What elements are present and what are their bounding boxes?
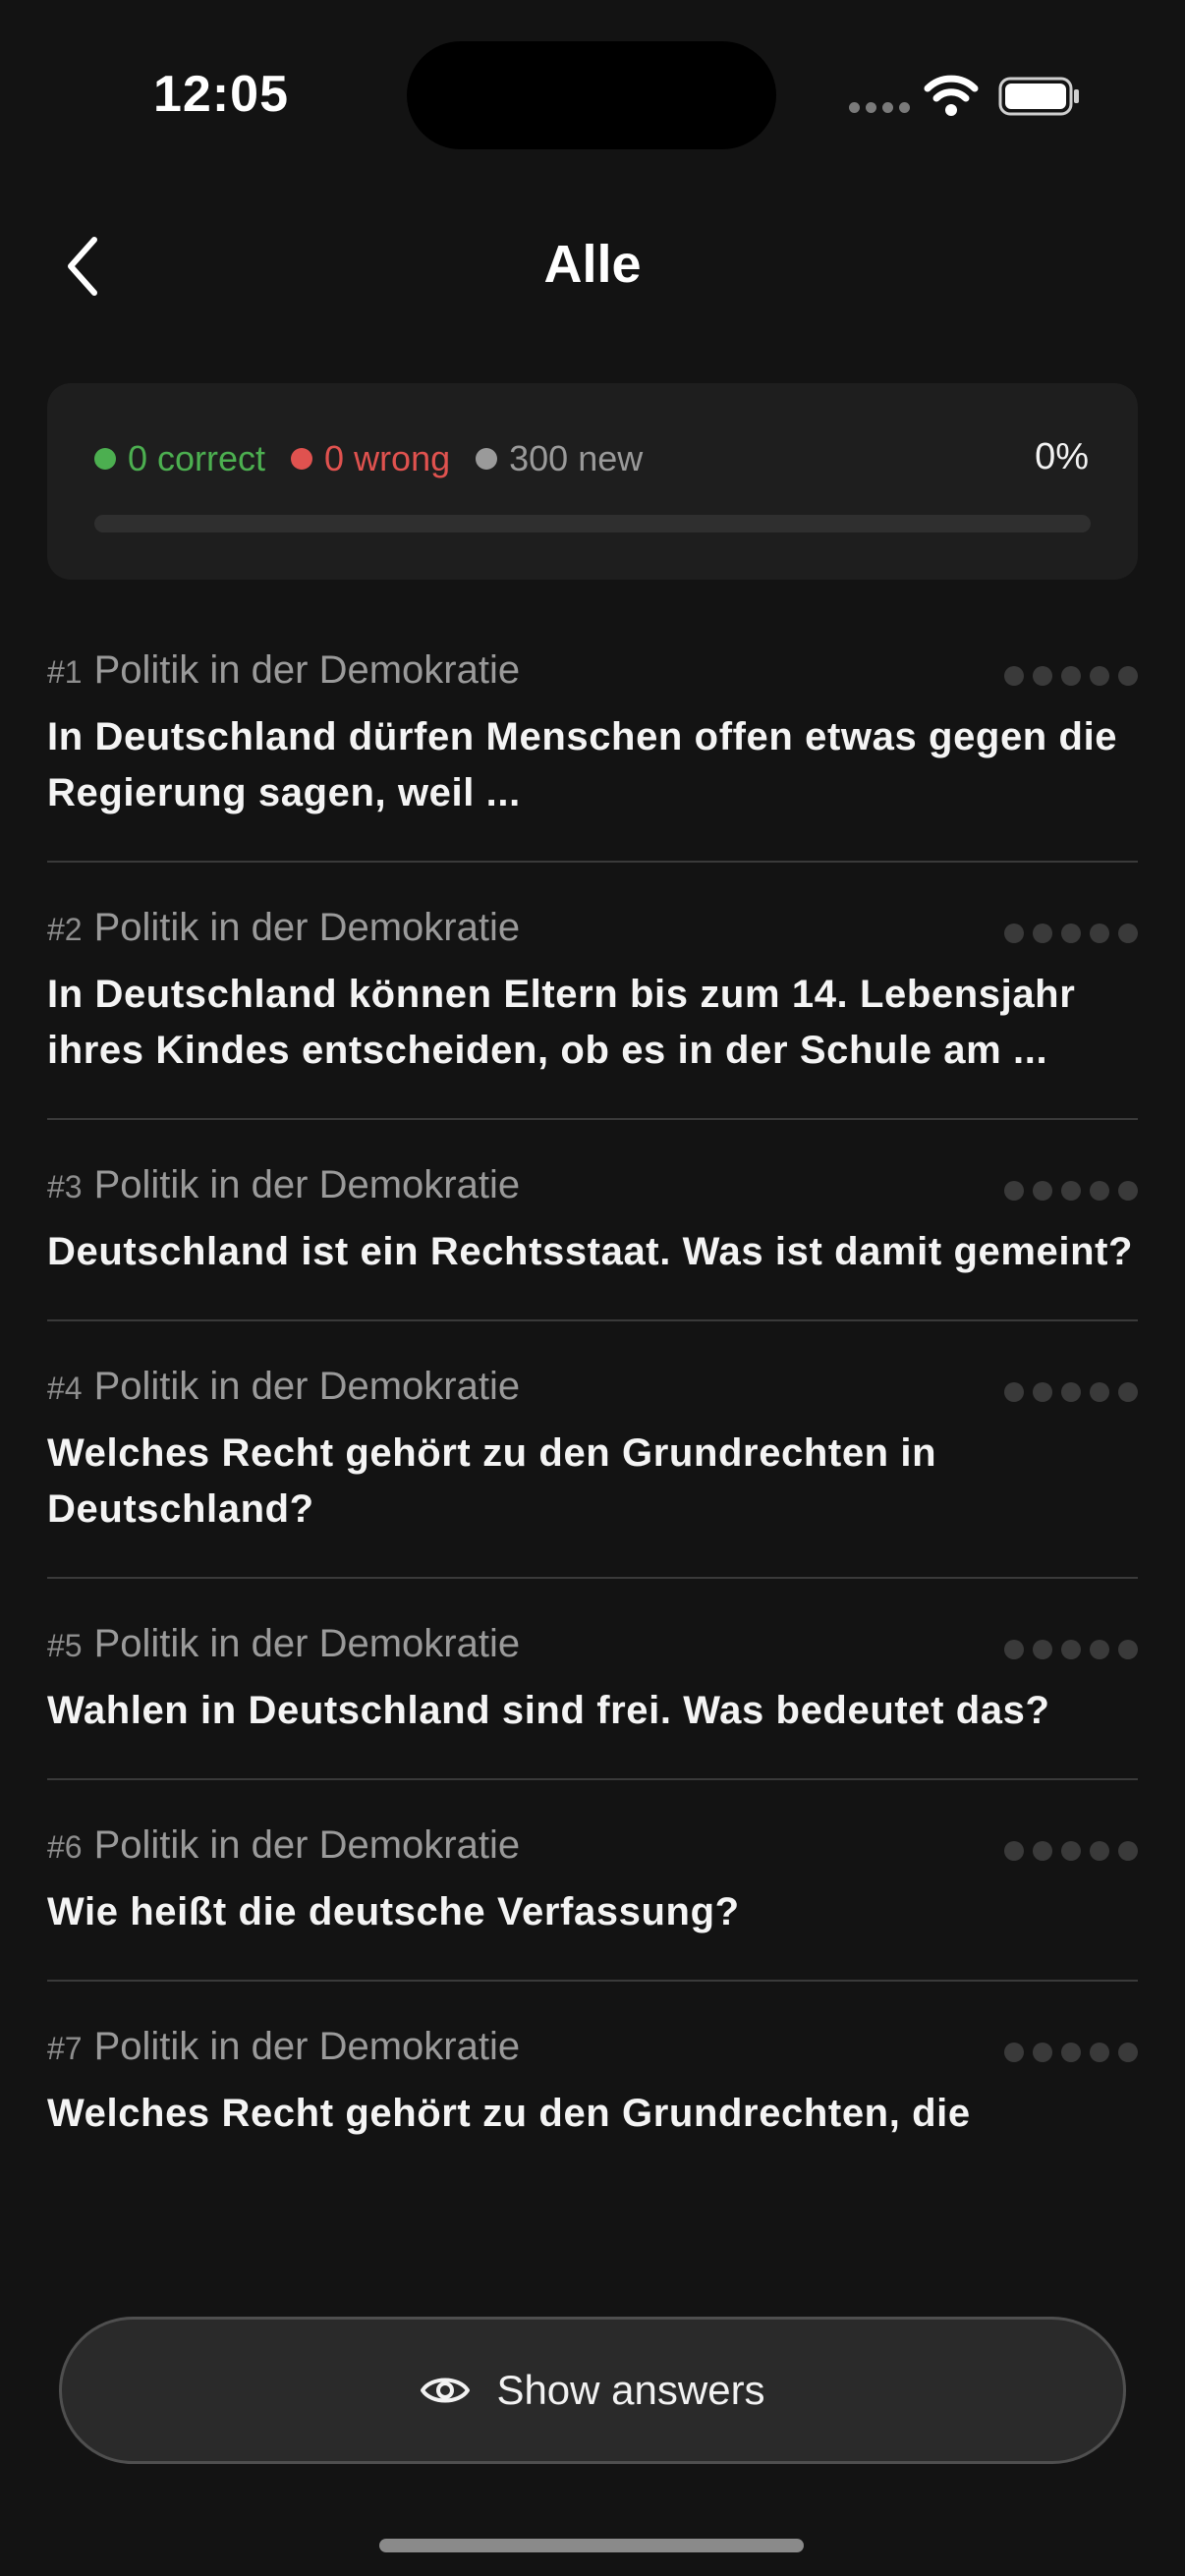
question-text: In Deutschland dürfen Menschen offen etw…	[47, 715, 1118, 814]
question-header: #6 Politik in der Demokratie	[47, 1823, 1138, 1882]
question-number: #5	[47, 1628, 83, 1663]
question-progress-dots-icon	[1004, 2043, 1138, 2062]
question-category: Politik in der Demokratie	[93, 1823, 521, 1867]
question-header: #3 Politik in der Demokratie	[47, 1163, 1138, 1222]
question-item[interactable]: #3 Politik in der Demokratie Deutschland i…	[47, 1163, 1138, 1321]
question-number: #7	[47, 2031, 83, 2066]
progress-legend: 0 correct 0 wrong 300 new	[94, 438, 668, 479]
question-item[interactable]: #5 Politik in der Demokratie Wahlen in Deu…	[47, 1622, 1138, 1780]
question-text: Wie heißt die deutsche Verfassung?	[47, 1890, 740, 1933]
question-number: #3	[47, 1169, 83, 1204]
question-category: Politik in der Demokratie	[93, 1163, 521, 1206]
cellular-signal-icon	[849, 102, 910, 113]
legend-wrong: 0 wrong	[291, 438, 450, 479]
question-category: Politik in der Demokratie	[93, 906, 521, 949]
question-item[interactable]: #7 Politik in der Demokratie Welches Recht…	[47, 2025, 1138, 2181]
question-progress-dots-icon	[1004, 924, 1138, 943]
question-header: #7 Politik in der Demokratie	[47, 2025, 1138, 2084]
question-number: #4	[47, 1371, 83, 1406]
question-category: Politik in der Demokratie	[93, 648, 521, 692]
correct-count: 0 correct	[128, 438, 266, 478]
question-item[interactable]: #2 Politik in der Demokratie In Deutschlan…	[47, 906, 1138, 1120]
screen: 12:05 Alle 0 correct 0 wrong 300 new 0% …	[0, 0, 1185, 2576]
battery-icon	[998, 77, 1079, 116]
question-item[interactable]: #6 Politik in der Demokratie Wie heißt die…	[47, 1823, 1138, 1982]
question-list: #1 Politik in der Demokratie In Deutschlan…	[47, 648, 1138, 2224]
wifi-icon	[924, 75, 979, 116]
question-header: #4 Politik in der Demokratie	[47, 1365, 1138, 1424]
question-category: Politik in der Demokratie	[93, 1365, 521, 1408]
progress-percent: 0%	[1035, 436, 1089, 477]
wrong-count: 0 wrong	[324, 438, 451, 478]
wrong-dot-icon	[291, 448, 313, 470]
question-item[interactable]: #4 Politik in der Demokratie Welches Recht…	[47, 1365, 1138, 1579]
new-dot-icon	[476, 448, 498, 470]
show-answers-button[interactable]: Show answers	[59, 2317, 1126, 2464]
question-number: #6	[47, 1829, 83, 1865]
question-progress-dots-icon	[1004, 666, 1138, 686]
question-text: Welches Recht gehört zu den Grundrechten…	[47, 2092, 971, 2135]
home-indicator	[379, 2539, 804, 2552]
question-progress-dots-icon	[1004, 1841, 1138, 1861]
status-time: 12:05	[153, 66, 289, 123]
question-header: #2 Politik in der Demokratie	[47, 906, 1138, 965]
question-header: #1 Politik in der Demokratie	[47, 648, 1138, 707]
show-answers-label: Show answers	[496, 2367, 765, 2413]
eye-icon	[421, 2378, 471, 2403]
legend-correct: 0 correct	[94, 438, 265, 479]
question-category: Politik in der Demokratie	[93, 1622, 521, 1665]
correct-dot-icon	[94, 448, 116, 470]
question-text: Deutschland ist ein Rechtsstaat. Was ist…	[47, 1230, 1134, 1273]
question-text: Wahlen in Deutschland sind frei. Was bed…	[47, 1689, 1050, 1732]
question-text: In Deutschland können Eltern bis zum 14.…	[47, 973, 1076, 1072]
legend-new: 300 new	[476, 438, 643, 479]
question-item[interactable]: #1 Politik in der Demokratie In Deutschlan…	[47, 648, 1138, 863]
question-progress-dots-icon	[1004, 1382, 1138, 1402]
question-category: Politik in der Demokratie	[93, 2025, 521, 2068]
progress-card: 0 correct 0 wrong 300 new 0%	[47, 383, 1138, 580]
progress-bar	[94, 515, 1091, 532]
question-progress-dots-icon	[1004, 1640, 1138, 1659]
question-number: #1	[47, 654, 83, 690]
dynamic-island	[407, 41, 776, 149]
question-header: #5 Politik in der Demokratie	[47, 1622, 1138, 1681]
question-progress-dots-icon	[1004, 1181, 1138, 1201]
question-number: #2	[47, 912, 83, 947]
page-title: Alle	[543, 235, 642, 294]
new-count: 300 new	[509, 438, 644, 478]
question-text: Welches Recht gehört zu den Grundrechten…	[47, 1431, 937, 1531]
